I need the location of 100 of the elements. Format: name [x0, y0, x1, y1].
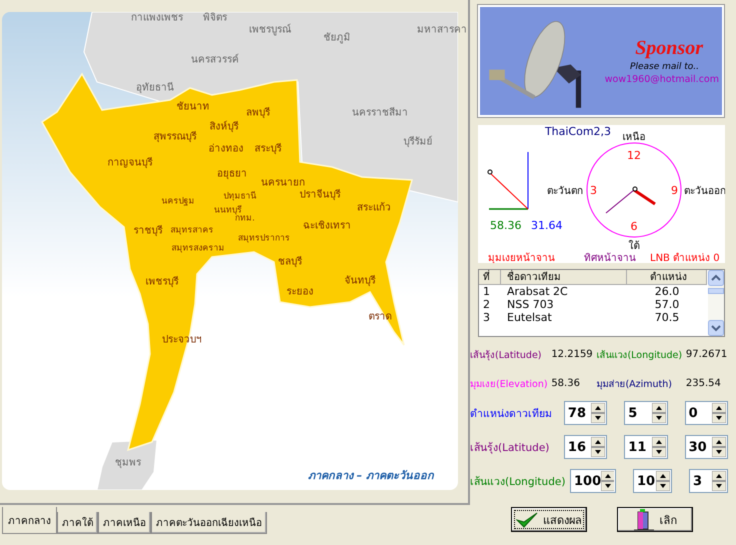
- result-label: มุมส่าย(Azimuth): [596, 378, 673, 391]
- scrollbar[interactable]: [708, 270, 724, 336]
- province-label: อ่างทอง: [208, 142, 244, 156]
- elevation-angle-drawing: [488, 152, 528, 210]
- province-label: นนทบุรี: [214, 205, 242, 216]
- complement-reading: 31.64: [531, 219, 562, 232]
- province-label: สมุทรสงคราม: [172, 243, 224, 255]
- dial-number: 3: [590, 184, 597, 197]
- input-label: ตำแหน่งดาวเทียม: [470, 406, 553, 422]
- province-label: พิจิตร: [203, 12, 227, 24]
- column-header[interactable]: ที่: [479, 270, 501, 285]
- spin-box[interactable]: 0: [684, 401, 728, 425]
- province-label: ชัยนาท: [176, 100, 210, 114]
- sponsor-note: Please mail to..: [630, 62, 699, 72]
- spin-arrows-icon[interactable]: [712, 437, 726, 457]
- dial-number: 12: [627, 149, 641, 162]
- spin-box[interactable]: 30: [684, 435, 728, 459]
- result-label: เส้นแวง(Longitude): [596, 349, 683, 362]
- column-header[interactable]: ชื่อดาวเทียม: [501, 270, 627, 285]
- list-cell-text: 26.0: [654, 285, 680, 298]
- spin-arrows-icon[interactable]: [712, 471, 726, 491]
- spin-box[interactable]: 78: [564, 401, 608, 425]
- result-value: 97.2671: [686, 349, 728, 360]
- province-label: นครราชสีมา: [352, 106, 408, 120]
- province-label: สมุทรสาคร: [170, 225, 214, 237]
- input-label: เส้นแวง(Longitude): [470, 474, 562, 490]
- province-label: นครนายก: [261, 176, 305, 189]
- door-icon: [632, 508, 654, 530]
- spin-box[interactable]: 3: [689, 469, 728, 493]
- south-label: ใต้: [628, 241, 640, 252]
- province-label: เพชรบุรี: [146, 276, 178, 288]
- province-label: กทม.: [235, 213, 255, 225]
- province-label: เพชรบูรณ์: [249, 24, 291, 36]
- satellite-name: ThaiCom2,3: [544, 125, 612, 138]
- result-value: 12.2159: [551, 349, 594, 360]
- list-cell-text: Eutelsat: [506, 311, 553, 324]
- province-label: ชุมพร: [115, 456, 141, 470]
- spin-arrows-icon[interactable]: [601, 471, 614, 491]
- list-cell-text: 3: [482, 311, 491, 324]
- west-label: ตะวันตก: [547, 186, 583, 197]
- lnb-caption: LNB ตำแหน่ง 0: [650, 253, 720, 263]
- spin-arrows-icon[interactable]: [591, 403, 606, 423]
- province-label: ระยอง: [286, 286, 314, 298]
- map-caption: ภาคกลาง – ภาคตะวันออก: [308, 468, 434, 484]
- province-label: สระบุรี: [254, 142, 282, 156]
- province-label: กาแพงเพชร: [131, 12, 183, 24]
- province-label: ฉะเชิงเทรา: [303, 220, 351, 232]
- result-label: มุมเงย(Elevation): [470, 378, 548, 391]
- list-cell-text: 2: [482, 298, 491, 311]
- list-cell-text: Arabsat 2C: [506, 285, 569, 298]
- spin-box[interactable]: 100: [570, 469, 616, 493]
- result-value: 235.54: [686, 378, 722, 389]
- province-label: นครสวรรค์: [191, 54, 239, 66]
- spin-box[interactable]: 10: [633, 469, 672, 493]
- spin-box[interactable]: 16: [564, 435, 608, 459]
- spin-arrows-icon[interactable]: [591, 437, 606, 457]
- province-label: ชัยภูมิ: [324, 32, 350, 44]
- province-label: สุพรรณบุรี: [154, 130, 196, 144]
- list-cell-text: NSS 703: [506, 298, 555, 311]
- spin-arrows-icon[interactable]: [712, 403, 726, 423]
- province-label: ปราจีนบุรี: [300, 188, 340, 202]
- list-cell-text: 70.5: [654, 311, 680, 324]
- result-value: 58.36: [551, 378, 581, 389]
- province-label: ชลบุรี: [278, 256, 302, 268]
- province-label: มหาสารคา: [417, 24, 467, 36]
- east-label: ตะวันออก: [684, 186, 725, 197]
- region-tab[interactable]: ภาคตะวันออกเฉียงเหนือ: [151, 512, 267, 534]
- spin-box[interactable]: 5: [624, 401, 668, 425]
- province-label: ลพบุรี: [246, 106, 270, 120]
- province-label: สระแก้ว: [357, 202, 391, 214]
- scroll-up-icon[interactable]: [708, 270, 724, 286]
- spin-box[interactable]: 11: [624, 435, 668, 459]
- show-result-button[interactable]: แสดงผล: [511, 507, 587, 532]
- scroll-thumb[interactable]: [708, 288, 724, 294]
- column-header[interactable]: ตำแหน่ง: [627, 270, 707, 285]
- input-label: เส้นรุ้ง(Latitude): [470, 440, 550, 456]
- spin-arrows-icon[interactable]: [652, 437, 666, 457]
- sponsor-title: Sponsor: [635, 37, 703, 60]
- compass-needle-drawing: [606, 186, 656, 214]
- region-tab[interactable]: ภาคใต้: [57, 512, 98, 534]
- north-label: เหนือ: [622, 132, 646, 143]
- result-label: เส้นรุ้ง(Latitude): [470, 349, 543, 362]
- spin-arrows-icon[interactable]: [656, 471, 670, 491]
- province-label: จันทบุรี: [344, 274, 376, 288]
- exit-button[interactable]: เลิก: [617, 507, 693, 532]
- province-label: อุทัยธานี: [136, 82, 174, 94]
- province-label: ราชบุรี: [134, 224, 162, 238]
- province-label: สิงห์บุรี: [210, 120, 238, 134]
- check-icon: [516, 510, 538, 528]
- scroll-down-icon[interactable]: [708, 320, 724, 336]
- region-tab[interactable]: ภาคกลาง: [2, 507, 57, 534]
- province-label: ปทุมธานี: [224, 191, 256, 203]
- list-cell-text: 1: [482, 285, 491, 298]
- direction-caption: ทิศหน้าจาน: [584, 253, 636, 263]
- dial-number: 9: [671, 184, 678, 197]
- region-tab[interactable]: ภาคเหนือ: [98, 512, 151, 534]
- spin-arrows-icon[interactable]: [652, 403, 666, 423]
- list-cell-text: 57.0: [654, 298, 680, 311]
- dial-number: 6: [630, 220, 638, 233]
- province-label: อยุธยา: [217, 168, 247, 180]
